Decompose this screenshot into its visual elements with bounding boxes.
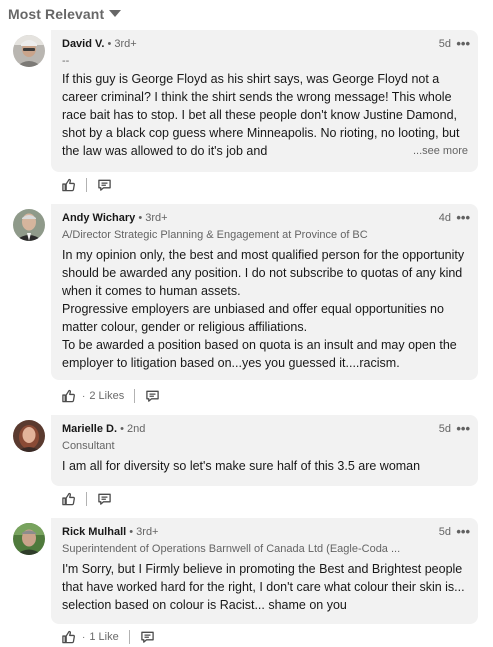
reply-icon (98, 493, 111, 505)
thumbs-up-icon (62, 178, 75, 192)
reply-button[interactable] (145, 389, 160, 403)
comment-text: If this guy is George Floyd as his shirt… (62, 72, 460, 158)
connection-degree: • 3rd+ (129, 526, 159, 538)
comment-item: Rick Mulhall • 3rd+ Superintendent of Op… (0, 518, 493, 647)
author-name[interactable]: Marielle D. (62, 423, 117, 435)
author-headline: Consultant (62, 440, 115, 452)
author-line: Andy Wichary • 3rd+ (62, 212, 168, 224)
action-divider (128, 630, 130, 644)
more-options-icon[interactable]: ••• (456, 421, 470, 436)
timestamp: 5d (438, 423, 451, 435)
like-button[interactable] (61, 630, 76, 644)
thumbs-up-icon (62, 492, 75, 506)
reply-icon (146, 390, 159, 402)
like-button[interactable] (61, 178, 76, 192)
author-name[interactable]: David V. (62, 38, 104, 50)
action-divider (86, 178, 87, 192)
caret-down-icon (109, 10, 122, 17)
avatar[interactable] (13, 420, 45, 452)
comment-actions: · 2 Likes (61, 386, 160, 406)
reply-button[interactable] (97, 178, 112, 192)
comment-text: In my opinion only, the best and most qu… (62, 246, 468, 372)
connection-degree: • 3rd+ (138, 212, 168, 224)
connection-degree: • 2nd (120, 423, 146, 435)
comment-paragraph: In my opinion only, the best and most qu… (62, 248, 465, 298)
more-options-icon[interactable]: ••• (456, 524, 470, 539)
comment-item: David V. • 3rd+ -- 5d ••• If this guy is… (0, 30, 493, 192)
author-line: Marielle D. • 2nd (62, 423, 145, 435)
more-options-icon[interactable]: ••• (456, 36, 470, 51)
author-headline: Superintendent of Operations Barnwell of… (62, 543, 401, 555)
comment-item: Marielle D. • 2nd Consultant 5d ••• I am… (0, 415, 493, 511)
reply-icon (140, 631, 154, 643)
comment-bubble: Rick Mulhall • 3rd+ Superintendent of Op… (51, 518, 478, 624)
more-options-icon[interactable]: ••• (456, 210, 470, 225)
like-button[interactable] (61, 389, 76, 403)
reply-icon (98, 179, 111, 191)
author-name[interactable]: Andy Wichary (62, 212, 135, 224)
sort-label: Most Relevant (8, 6, 105, 22)
action-divider (134, 389, 136, 403)
reply-button[interactable] (97, 492, 112, 506)
see-more-link[interactable]: ...see more (409, 142, 468, 160)
timestamp: 5d (438, 38, 451, 50)
comment-paragraph: To be awarded a position based on quota … (62, 338, 457, 370)
author-line: David V. • 3rd+ (62, 38, 137, 50)
sort-dropdown[interactable]: Most Relevant (8, 4, 122, 24)
comment-item: Andy Wichary • 3rd+ A/Director Strategic… (0, 204, 493, 404)
action-divider (86, 492, 87, 506)
author-headline: -- (62, 55, 70, 67)
avatar[interactable] (13, 523, 45, 555)
dot-separator: · (82, 390, 86, 402)
like-count[interactable]: 2 Likes (89, 390, 124, 402)
comment-text: I'm Sorry, but I Firmly believe in promo… (62, 562, 465, 612)
author-name[interactable]: Rick Mulhall (62, 526, 126, 538)
comment-actions (61, 175, 112, 195)
avatar[interactable] (13, 209, 45, 241)
comment-actions: · 1 Like (61, 627, 155, 647)
like-count[interactable]: 1 Like (89, 631, 118, 643)
author-line: Rick Mulhall • 3rd+ (62, 526, 158, 538)
comment-actions (61, 489, 112, 509)
dot-separator: · (82, 631, 86, 643)
thumbs-up-icon (62, 630, 75, 644)
thumbs-up-icon (62, 389, 75, 403)
author-headline: A/Director Strategic Planning & Engageme… (62, 229, 368, 241)
timestamp: 5d (438, 526, 451, 538)
reply-button[interactable] (140, 630, 155, 644)
comment-bubble: Andy Wichary • 3rd+ A/Director Strategic… (51, 204, 478, 380)
comment-paragraph: Progressive employers are unbiased and o… (62, 302, 444, 334)
like-button[interactable] (61, 492, 76, 506)
avatar[interactable] (13, 35, 45, 67)
timestamp: 4d (438, 212, 451, 224)
comment-text: I am all for diversity so let's make sur… (62, 459, 421, 473)
comment-bubble: David V. • 3rd+ -- 5d ••• If this guy is… (51, 30, 478, 172)
connection-degree: • 3rd+ (107, 38, 137, 50)
comment-bubble: Marielle D. • 2nd Consultant 5d ••• I am… (51, 415, 478, 486)
